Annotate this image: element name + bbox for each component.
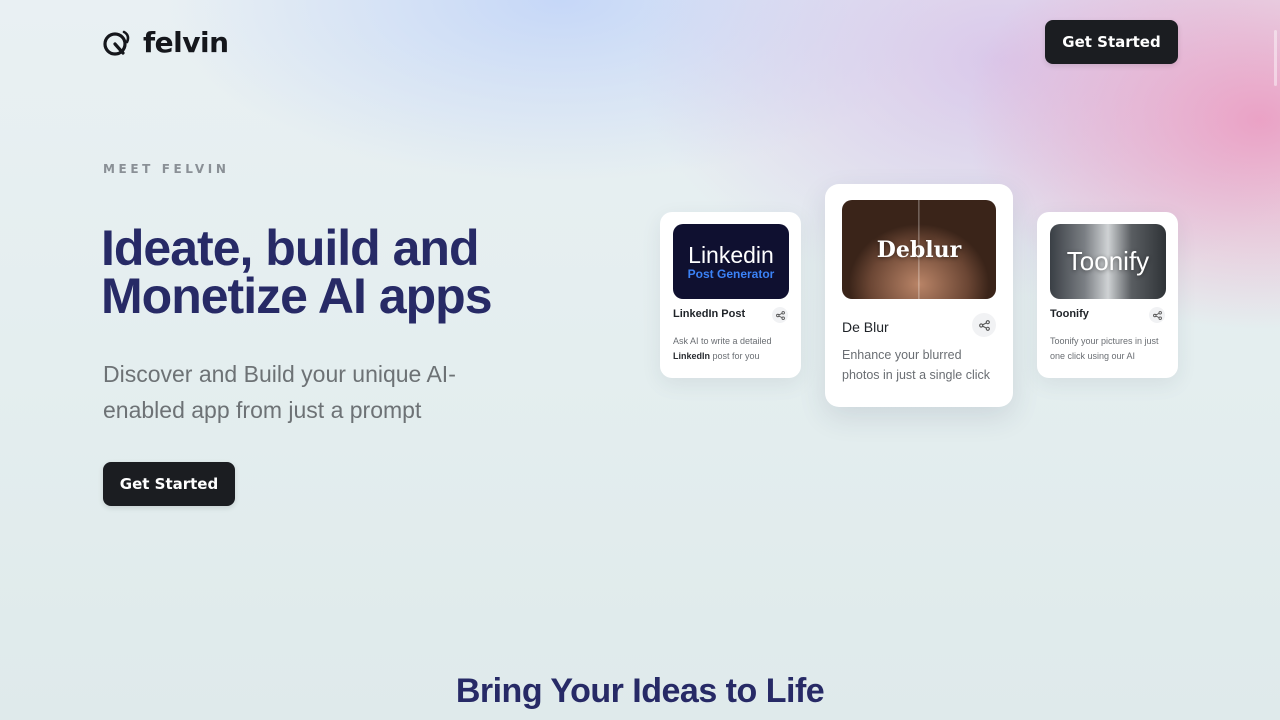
scrollbar-thumb[interactable]	[1274, 30, 1277, 86]
brand-name: felvin	[143, 26, 229, 59]
hero-headline-line-2: Monetize AI apps	[101, 268, 493, 324]
linkedin-thumb-subtitle: Post Generator	[687, 266, 775, 281]
hero-get-started-button[interactable]: Get Started	[103, 462, 235, 506]
brand-logo[interactable]: felvin	[103, 26, 229, 59]
deblur-thumb-title: Deblur	[876, 236, 962, 263]
app-card-toonify[interactable]: Toonify Toonify Toonify your pictures in…	[1037, 212, 1178, 378]
toonify-thumb-title: Toonify	[1066, 246, 1150, 276]
deblur-thumbnail: Deblur	[842, 200, 996, 299]
app-card-title: De Blur	[842, 319, 889, 335]
share-icon	[775, 310, 785, 320]
share-button[interactable]	[1149, 307, 1165, 323]
app-card-description: Enhance your blurred photos in just a si…	[842, 348, 990, 382]
nav-get-started-button[interactable]: Get Started	[1045, 20, 1178, 64]
hero-eyebrow: MEET FELVIN	[103, 162, 230, 176]
app-card-title: LinkedIn Post	[673, 308, 746, 320]
linkedin-thumb-title: Linkedin	[688, 241, 774, 268]
app-card-title: Toonify	[1050, 308, 1089, 320]
linkedin-thumbnail: Linkedin Post Generator	[673, 224, 789, 299]
hero-subtitle: Discover and Build your unique AI-enable…	[103, 361, 456, 423]
app-card-linkedin-post[interactable]: Linkedin Post Generator LinkedIn Post As…	[660, 212, 801, 378]
hero-headline: Ideate, build and Monetize AI apps	[101, 223, 641, 321]
desc-pre: Ask AI to write a detailed	[673, 336, 772, 346]
app-card-description: Ask AI to write a detailed LinkedIn post…	[673, 334, 789, 364]
felvin-logo-icon	[103, 30, 130, 56]
app-card-description: Toonify your pictures in just one click …	[1050, 336, 1159, 361]
section-title: Bring Your Ideas to Life	[455, 672, 825, 710]
share-button[interactable]	[972, 313, 996, 337]
share-icon	[978, 319, 990, 331]
share-button[interactable]	[772, 307, 788, 323]
toonify-thumbnail: Toonify	[1050, 224, 1166, 299]
desc-bold: LinkedIn	[673, 351, 711, 361]
landing-page: felvin Get Started MEET FELVIN Ideate, b…	[0, 0, 1280, 720]
desc-post: post for you	[710, 351, 760, 361]
app-card-de-blur[interactable]: Deblur De Blur Enhance your blurred phot…	[825, 184, 1013, 407]
share-icon	[1152, 310, 1162, 320]
